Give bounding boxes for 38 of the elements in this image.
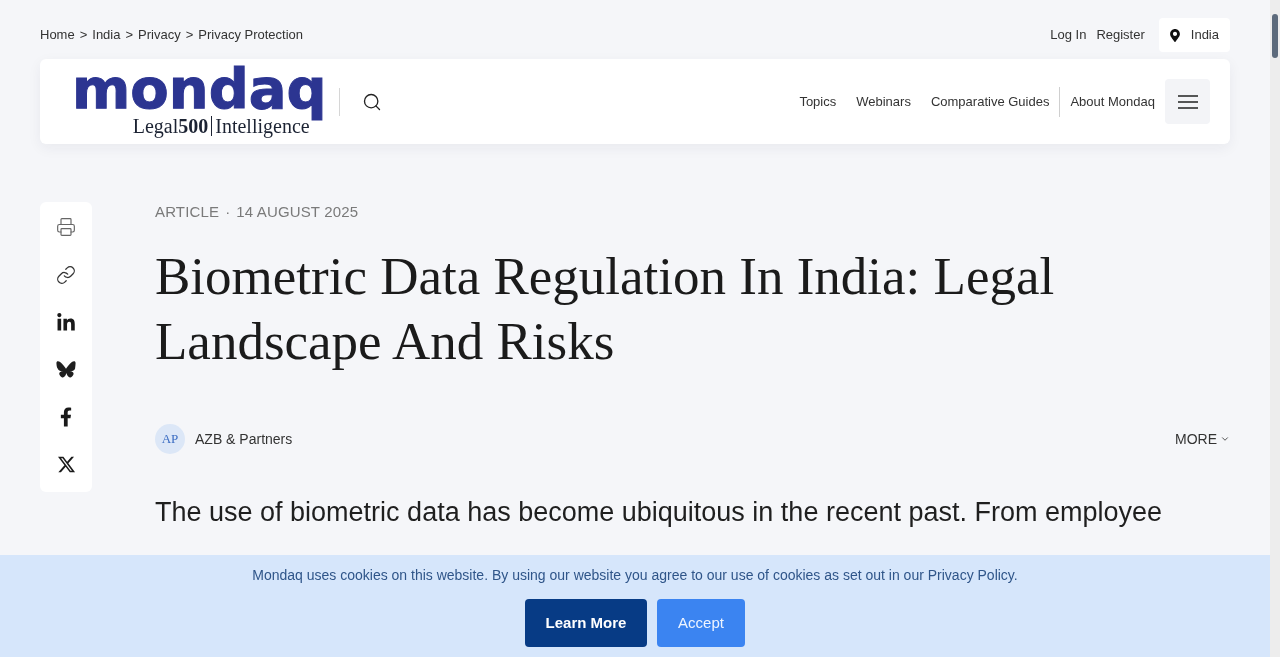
account-link[interactable]: Register: [1096, 25, 1145, 45]
article-type: ARTICLE: [155, 202, 220, 222]
scrollbar-thumb[interactable]: [1272, 14, 1278, 58]
breadcrumb-separator: >: [185, 26, 194, 45]
nav-link[interactable]: Comparative Guides: [930, 91, 1050, 112]
region-button[interactable]: India: [1158, 18, 1230, 52]
breadcrumb-link[interactable]: Privacy: [138, 25, 181, 45]
menu-icon: [1177, 94, 1198, 109]
breadcrumb-link[interactable]: India: [92, 25, 121, 45]
article-lead: The use of biometric data has become ubiquitous in the recent past. From employee: [155, 496, 1164, 529]
x-logo-icon[interactable]: [56, 455, 76, 474]
search-icon[interactable]: [361, 91, 382, 112]
article-title: Biometric Data Regulation In India: Legal Landscape And Risks: [155, 246, 1056, 372]
logo[interactable]: mondaq Legal500 Intelligence: [72, 66, 327, 137]
butterfly-icon[interactable]: [56, 361, 76, 379]
cookie-message: Mondaq uses cookies on this website. By using our website you agree to our use of cookies as set out in our Privacy Policy.: [252, 566, 1018, 584]
nav-link[interactable]: About Mondaq: [1070, 91, 1155, 112]
author-name[interactable]: AZB & Partners: [195, 428, 293, 450]
meta-separator: ·: [225, 202, 231, 222]
author-avatar: AP: [155, 424, 185, 454]
menu-button[interactable]: [1165, 79, 1210, 124]
map-pin-icon: [1169, 28, 1180, 42]
more-button[interactable]: MORE: [1175, 428, 1230, 450]
breadcrumb-link[interactable]: Privacy Protection: [198, 25, 304, 45]
facebook-icon[interactable]: [60, 407, 72, 427]
linkedin-icon[interactable]: [56, 313, 76, 333]
cookie-button[interactable]: Learn More: [525, 599, 647, 647]
nav-link[interactable]: Topics: [799, 91, 837, 112]
print-icon[interactable]: [56, 217, 76, 237]
chevron-down-icon: [1220, 434, 1230, 444]
scrollbar[interactable]: [1270, 0, 1280, 657]
article-date: 14 AUGUST 2025: [236, 202, 359, 222]
breadcrumb-separator: >: [125, 26, 134, 45]
nav-link[interactable]: Webinars: [856, 91, 911, 112]
account-link[interactable]: Log In: [1050, 25, 1087, 45]
breadcrumb-link[interactable]: Home: [40, 25, 75, 45]
link-icon[interactable]: [56, 265, 76, 285]
breadcrumb-separator: >: [79, 26, 88, 45]
